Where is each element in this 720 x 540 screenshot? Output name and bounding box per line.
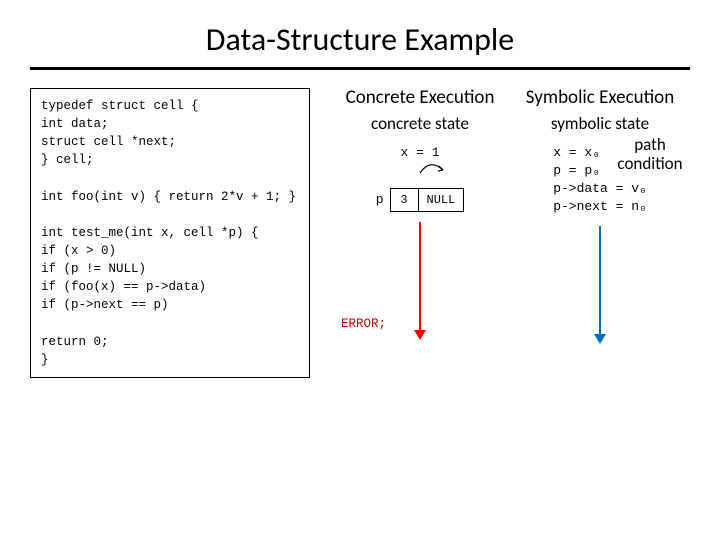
slide-title: Data-Structure Example [30, 20, 690, 59]
code-line: int test_me(int x, cell *p) { [41, 224, 299, 242]
code-line: if (foo(x) == p->data) [41, 278, 299, 296]
sym-line: p = p₀ [553, 162, 647, 180]
code-line: int foo(int v) { return 2*v + 1; } [41, 188, 299, 206]
concrete-state-header: concrete state [330, 115, 510, 134]
cell-next-box: NULL [419, 189, 464, 211]
cell-data-box: 3 [391, 189, 419, 211]
code-line: if (p != NULL) [41, 260, 299, 278]
cell-node: 3 NULL [390, 188, 465, 212]
code-listing: typedef struct cell { int data; struct c… [30, 88, 310, 378]
concrete-column: Concrete Execution concrete state x = 1 … [330, 88, 510, 336]
execution-panel: path condition Concrete Execution concre… [330, 88, 690, 378]
code-line: if (p->next == p) [41, 296, 299, 314]
concrete-arrow-down [419, 222, 421, 332]
symbolic-exec-header: Symbolic Execution [510, 88, 690, 109]
code-line-error: ERROR; [41, 315, 299, 333]
code-line: struct cell *next; [41, 133, 299, 151]
code-line: typedef struct cell { [41, 97, 299, 115]
concrete-exec-header: Concrete Execution [330, 88, 510, 109]
title-underline [30, 67, 690, 70]
sym-line: p->next = n₀ [553, 198, 647, 216]
self-loop-arrow [405, 166, 435, 178]
code-line: } cell; [41, 151, 299, 169]
code-line: int data; [41, 115, 299, 133]
symbolic-column: Symbolic Execution symbolic state x = x₀… [510, 88, 690, 336]
symbolic-state-body: x = x₀ p = p₀ p->data = v₀ p->next = n₀ [510, 144, 690, 217]
symbolic-state-header: symbolic state [510, 115, 690, 134]
sym-line: x = x₀ [553, 144, 647, 162]
p-label: p [376, 192, 384, 207]
code-line: if (x > 0) [41, 242, 299, 260]
code-line: return 0; [41, 333, 299, 351]
cell-diagram: p 3 NULL [376, 188, 465, 212]
sym-line: p->data = v₀ [553, 180, 647, 198]
concrete-state-body: x = 1 p 3 NULL [330, 144, 510, 212]
code-line: } [41, 351, 299, 369]
symbolic-arrow-down [599, 226, 601, 336]
content-area: typedef struct cell { int data; struct c… [30, 88, 690, 378]
